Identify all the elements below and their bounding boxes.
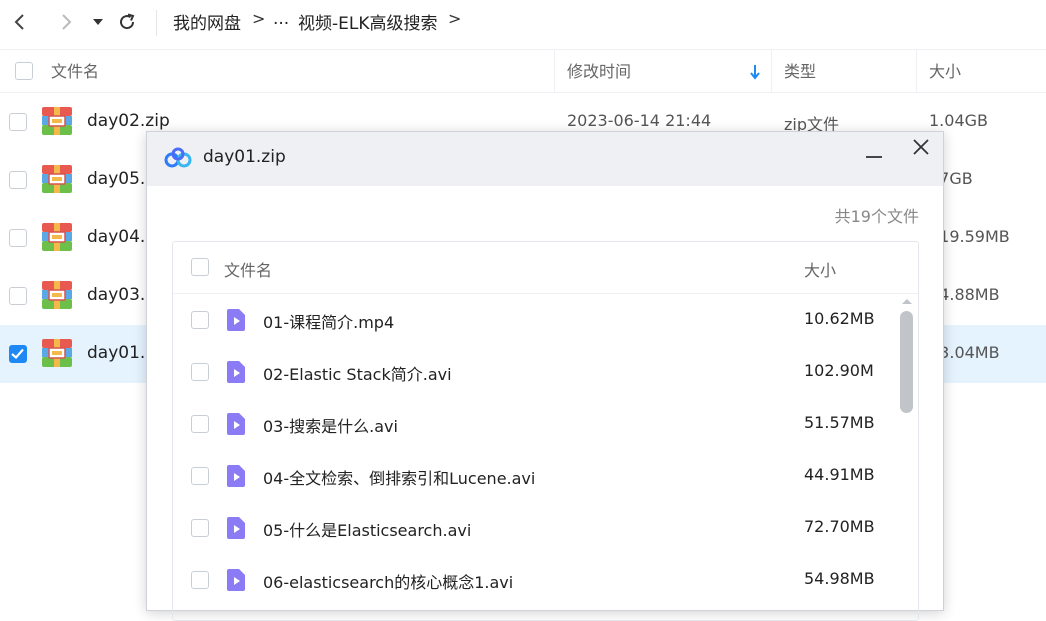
file-name[interactable]: day02.zip	[87, 111, 170, 131]
video-file-icon	[227, 361, 245, 383]
archive-file-size: 72.70MB	[804, 517, 875, 536]
minimize-icon[interactable]	[865, 148, 883, 166]
file-modified: 2023-06-14 21:44	[567, 111, 712, 130]
file-name[interactable]: day05.z	[87, 169, 154, 189]
breadcrumb-separator: >	[252, 9, 266, 28]
forward-button[interactable]	[52, 8, 80, 36]
row-checkbox[interactable]	[9, 229, 27, 247]
archive-file-size: 102.90M	[804, 361, 874, 380]
archive-file-name: 02-Elastic Stack简介.avi	[263, 365, 452, 384]
refresh-icon	[120, 13, 135, 30]
sort-down-icon[interactable]	[749, 64, 761, 80]
dialog-titlebar[interactable]: day01.zip	[147, 132, 943, 186]
file-name[interactable]: day04.z	[87, 227, 154, 247]
refresh-button[interactable]	[113, 8, 141, 36]
zip-file-icon	[42, 339, 72, 367]
archive-file-size: 54.98MB	[804, 569, 875, 588]
column-name-header[interactable]: 文件名	[51, 50, 99, 93]
breadcrumb-ellipsis[interactable]: ...	[273, 9, 289, 29]
file-list-header: 文件名 修改时间 类型 大小	[0, 49, 1046, 93]
archive-row-checkbox[interactable]	[191, 311, 209, 329]
archive-select-all-checkbox[interactable]	[191, 258, 209, 276]
column-divider	[916, 50, 917, 93]
video-file-icon	[227, 309, 245, 331]
check-icon	[11, 348, 24, 360]
column-size-header[interactable]: 大小	[929, 50, 961, 93]
file-size: 1.04GB	[929, 111, 988, 130]
baidu-netdisk-logo	[164, 147, 192, 168]
breadcrumb-separator: >	[448, 9, 462, 28]
zip-file-icon	[42, 223, 72, 251]
archive-row-checkbox[interactable]	[191, 415, 209, 433]
archive-file-size: 10.62MB	[804, 309, 875, 328]
file-count: 共19个文件	[834, 207, 919, 226]
archive-row-checkbox[interactable]	[191, 467, 209, 485]
archive-scrollbar-thumb[interactable]	[900, 311, 913, 413]
video-file-icon	[227, 465, 245, 487]
archive-column-size-header: 大小	[804, 261, 837, 280]
archive-file-name: 06-elasticsearch的核心概念1.avi	[263, 573, 514, 592]
forward-icon	[62, 14, 72, 30]
video-file-icon	[227, 569, 245, 591]
dialog-title: day01.zip	[203, 147, 286, 167]
video-file-icon	[227, 517, 245, 539]
archive-file-row[interactable]: 01-课程简介.mp4 10.62MB	[173, 294, 898, 346]
archive-file-row[interactable]: 03-搜索是什么.avi 51.57MB	[173, 398, 898, 450]
breadcrumb-current[interactable]: 视频-ELK高级搜索	[298, 9, 438, 34]
zip-file-icon	[42, 165, 72, 193]
zip-file-icon	[42, 107, 72, 135]
archive-file-list: 文件名 大小 01-课程简介.mp4 10.62MB 02-Elastic Stac…	[172, 241, 919, 621]
column-modified-header[interactable]: 修改时间	[567, 50, 631, 93]
archive-row-checkbox[interactable]	[191, 571, 209, 589]
back-button[interactable]	[6, 8, 34, 36]
scroll-up-arrow[interactable]	[900, 297, 914, 305]
archive-file-name: 03-搜索是什么.avi	[263, 417, 398, 436]
archive-file-row[interactable]: 05-什么是Elasticsearch.avi 72.70MB	[173, 502, 898, 554]
archive-file-name: 01-课程简介.mp4	[263, 313, 395, 332]
zip-file-icon	[42, 281, 72, 309]
archive-row-checkbox[interactable]	[191, 519, 209, 537]
archive-file-size: 51.57MB	[804, 413, 875, 432]
history-dropdown[interactable]	[84, 8, 112, 36]
column-divider	[771, 50, 772, 93]
select-all-checkbox[interactable]	[15, 62, 33, 80]
row-checkbox[interactable]	[9, 345, 27, 363]
back-icon	[14, 14, 24, 30]
archive-file-name: 05-什么是Elasticsearch.avi	[263, 521, 472, 540]
close-icon[interactable]	[912, 138, 930, 156]
archive-list-header: 文件名 大小	[173, 242, 918, 294]
dropdown-icon	[93, 19, 103, 25]
nav-divider	[156, 10, 157, 36]
archive-row-checkbox[interactable]	[191, 363, 209, 381]
archive-file-row[interactable]: 04-全文检索、倒排索引和Lucene.avi 44.91MB	[173, 450, 898, 502]
zip-preview-dialog: day01.zip 共19个文件 文件名 大小 01-课程简介.mp4 10.62…	[146, 131, 944, 621]
archive-file-row[interactable]: 02-Elastic Stack简介.avi 102.90M	[173, 346, 898, 398]
breadcrumb-root[interactable]: 我的网盘	[173, 9, 241, 34]
archive-file-name: 04-全文检索、倒排索引和Lucene.avi	[263, 469, 536, 488]
file-name[interactable]: day03.z	[87, 285, 154, 305]
row-checkbox[interactable]	[9, 171, 27, 189]
top-nav-bar: 我的网盘 > ... 视频-ELK高级搜索 >	[0, 0, 1046, 48]
column-type-header[interactable]: 类型	[784, 50, 816, 93]
video-file-icon	[227, 413, 245, 435]
file-name[interactable]: day01.z	[87, 343, 154, 363]
archive-column-name-header: 文件名	[224, 261, 273, 280]
column-divider	[554, 50, 555, 93]
row-checkbox[interactable]	[9, 113, 27, 131]
row-checkbox[interactable]	[9, 287, 27, 305]
archive-file-size: 44.91MB	[804, 465, 875, 484]
archive-file-row[interactable]: 06-elasticsearch的核心概念1.avi 54.98MB	[173, 554, 898, 606]
